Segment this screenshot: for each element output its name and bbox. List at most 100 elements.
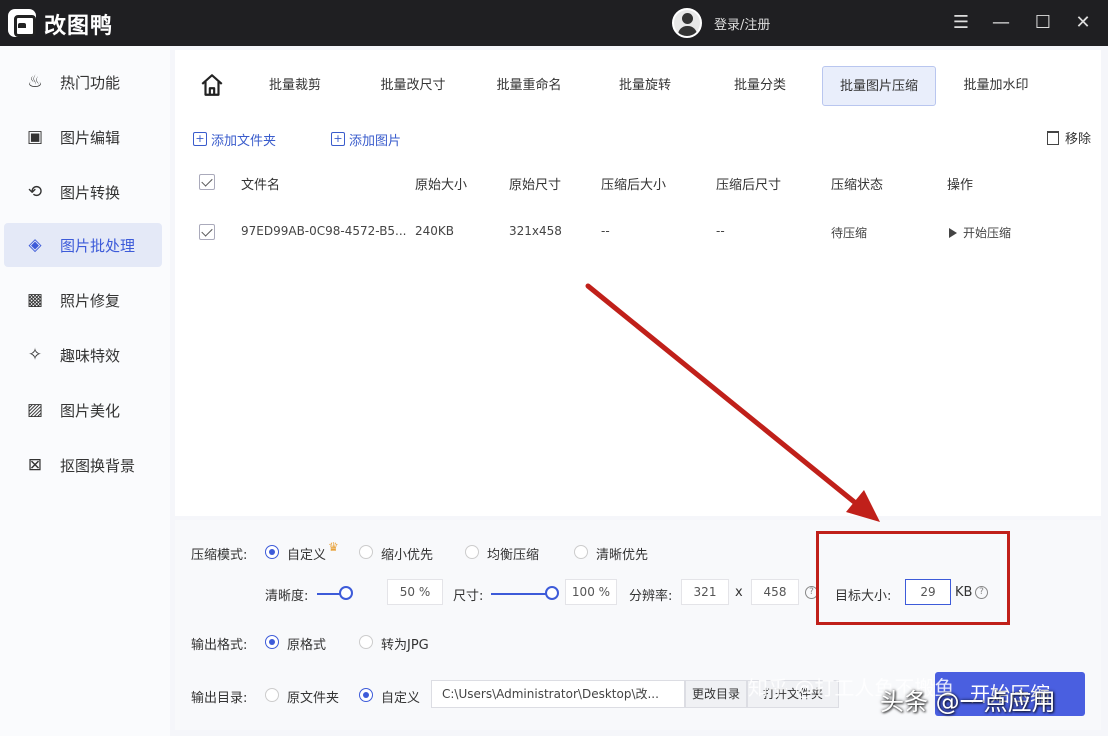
output-format-label: 输出格式: (191, 638, 248, 653)
dir-original-label[interactable]: 原文件夹 (287, 687, 339, 706)
sidebar-item-label: 图片批处理 (60, 236, 136, 255)
cell-new-dims: -- (716, 224, 725, 238)
mode-balanced-label[interactable]: 均衡压缩 (487, 544, 539, 563)
avatar[interactable] (672, 8, 702, 38)
size-value-box[interactable]: 100 % (565, 579, 617, 605)
tab-batch-compress[interactable]: 批量图片压缩 (822, 66, 936, 106)
title-bar: 改图鸭 登录/注册 ☰ — ☐ ✕ (0, 0, 1108, 46)
add-folder-icon: + (193, 132, 207, 146)
output-path-field[interactable]: C:\Users\Administrator\Desktop\改... (431, 680, 685, 708)
tab-batch-rename[interactable]: 批量重命名 (474, 66, 584, 106)
sidebar-item-effects[interactable]: ✧ 趣味特效 (4, 333, 162, 377)
sidebar-item-label: 趣味特效 (60, 346, 121, 365)
mode-custom-radio[interactable] (265, 545, 279, 559)
app-logo-icon (8, 9, 36, 37)
home-icon[interactable] (199, 72, 225, 98)
cell-new-size: -- (601, 224, 610, 238)
select-all-checkbox[interactable] (199, 174, 215, 190)
annotation-highlight-box (816, 531, 1010, 625)
change-dir-button[interactable]: 更改目录 (685, 680, 747, 708)
remove-button[interactable]: 移除 (1046, 128, 1091, 147)
sidebar-item-hot[interactable]: ♨ 热门功能 (4, 60, 162, 104)
compress-mode-label: 压缩模式: (191, 548, 248, 563)
mode-clarity-label[interactable]: 清晰优先 (596, 544, 648, 563)
sidebar-item-batch[interactable]: ◈ 图片批处理 (4, 223, 162, 267)
close-button[interactable]: ✕ (1070, 10, 1096, 36)
cell-size: 240KB (415, 224, 455, 238)
tab-batch-rotate[interactable]: 批量旋转 (590, 66, 700, 106)
mode-shrink-label[interactable]: 缩小优先 (381, 544, 433, 563)
tab-batch-resize[interactable]: 批量改尺寸 (358, 66, 468, 106)
add-image-button[interactable]: + 添加图片 (331, 128, 401, 150)
col-compressed-size: 压缩后大小 (601, 178, 667, 193)
convert-icon: ⟲ (27, 182, 43, 202)
format-jpg-label[interactable]: 转为JPG (381, 634, 429, 653)
start-compress-label: 开始压缩 (963, 226, 1012, 240)
add-folder-label: 添加文件夹 (211, 133, 277, 149)
row-checkbox[interactable] (199, 224, 215, 240)
output-dir-label: 输出目录: (191, 691, 248, 706)
col-original-dims: 原始尺寸 (509, 178, 562, 193)
resolution-width[interactable]: 321 (681, 579, 729, 605)
col-status: 压缩状态 (831, 178, 884, 193)
tab-batch-watermark[interactable]: 批量加水印 (941, 66, 1051, 106)
add-folder-button[interactable]: + 添加文件夹 (193, 128, 276, 150)
repair-icon: ▩ (26, 290, 44, 310)
maximize-button[interactable]: ☐ (1030, 10, 1056, 36)
size-unit: % (598, 585, 611, 599)
clarity-unit: % (418, 585, 431, 599)
tab-batch-classify[interactable]: 批量分类 (705, 66, 815, 106)
effects-icon: ✧ (27, 345, 43, 365)
resolution-height[interactable]: 458 (751, 579, 799, 605)
mode-custom-label[interactable]: 自定义 (287, 544, 326, 563)
dir-custom-label[interactable]: 自定义 (381, 687, 420, 706)
format-original-radio[interactable] (265, 635, 279, 649)
tab-batch-crop[interactable]: 批量裁剪 (240, 66, 350, 106)
clarity-value-box[interactable]: 50 % (387, 579, 443, 605)
size-slider[interactable] (491, 593, 549, 595)
batch-icon: ◈ (28, 235, 42, 255)
sidebar-item-label: 图片美化 (60, 401, 121, 420)
start-compress-link[interactable]: 开始压缩 (949, 224, 1011, 241)
sidebar-item-edit[interactable]: ▣ 图片编辑 (4, 115, 162, 159)
sidebar-item-label: 照片修复 (60, 291, 121, 310)
format-jpg-radio[interactable] (359, 635, 373, 649)
sidebar-item-cutout[interactable]: ⊠ 抠图换背景 (4, 443, 162, 487)
col-filename: 文件名 (241, 178, 281, 193)
minimize-button[interactable]: — (988, 10, 1014, 36)
clarity-slider-handle[interactable] (339, 586, 353, 600)
sidebar-item-label: 图片转换 (60, 183, 121, 202)
dir-original-radio[interactable] (265, 688, 279, 702)
cell-dims: 321x458 (509, 224, 562, 238)
login-button[interactable]: 登录/注册 (672, 8, 770, 38)
resolution-label: 分辨率: (629, 589, 673, 604)
mode-clarity-radio[interactable] (574, 545, 588, 559)
sidebar-item-repair[interactable]: ▩ 照片修复 (4, 278, 162, 322)
toutiao-watermark: 头条 @一点应用 (880, 688, 1056, 716)
format-original-label[interactable]: 原格式 (287, 634, 326, 653)
resolution-x: x (735, 585, 743, 600)
sidebar-item-label: 图片编辑 (60, 128, 121, 147)
cell-filename: 97ED99AB-0C98-4572-B5... (241, 224, 407, 238)
trash-icon (1046, 130, 1059, 145)
cell-status: 待压缩 (831, 226, 868, 240)
play-icon (949, 227, 957, 238)
clarity-value[interactable]: 50 (400, 585, 415, 599)
size-slider-handle[interactable] (545, 586, 559, 600)
dir-custom-radio[interactable] (359, 688, 373, 702)
vip-crown-icon: ♛ (328, 540, 339, 554)
menu-icon[interactable]: ☰ (948, 10, 974, 36)
col-original-size: 原始大小 (415, 178, 468, 193)
mode-shrink-radio[interactable] (359, 545, 373, 559)
login-label[interactable]: 登录/注册 (714, 14, 770, 33)
size-value[interactable]: 100 (572, 585, 595, 599)
beautify-icon: ▨ (26, 400, 44, 420)
remove-label: 移除 (1064, 132, 1091, 147)
sidebar-item-convert[interactable]: ⟲ 图片转换 (4, 170, 162, 214)
mode-balanced-radio[interactable] (465, 545, 479, 559)
image-edit-icon: ▣ (26, 127, 44, 147)
sidebar-item-beautify[interactable]: ▨ 图片美化 (4, 388, 162, 432)
main-panel: 批量裁剪 批量改尺寸 批量重命名 批量旋转 批量分类 批量图片压缩 批量加水印 … (175, 50, 1101, 516)
clarity-label: 清晰度: (265, 589, 309, 604)
size-label: 尺寸: (453, 589, 484, 604)
